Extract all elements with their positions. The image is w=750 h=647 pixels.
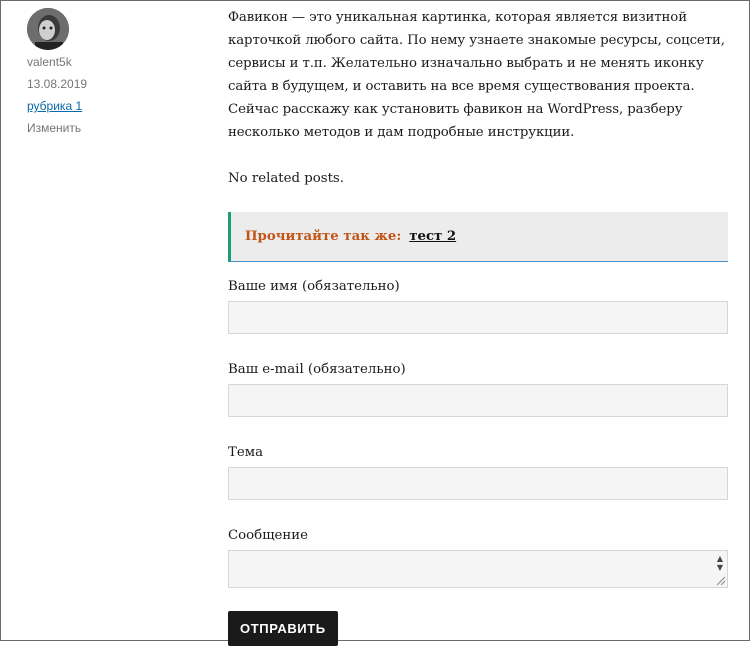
read-also-label: Прочитайте так же: <box>245 229 402 244</box>
email-label: Ваш e-mail (обязательно) <box>228 362 406 377</box>
post-meta: valent5k 13.08.2019 рубрика 1 Изменить <box>27 8 187 143</box>
author-avatar[interactable] <box>27 8 69 50</box>
message-group: Сообщение ▲ ▼ <box>228 527 728 588</box>
email-field[interactable] <box>228 384 728 417</box>
resize-grip-icon[interactable] <box>715 575 725 585</box>
edit-link[interactable]: Изменить <box>27 121 187 135</box>
name-label: Ваше имя (обязательно) <box>228 279 400 294</box>
subject-label: Тема <box>228 445 264 460</box>
article-paragraph: Фавикон — это уникальная картинка, котор… <box>228 10 725 140</box>
post-content: Фавикон — это уникальная картинка, котор… <box>228 6 728 646</box>
message-field[interactable]: ▲ ▼ <box>228 550 728 588</box>
subject-group: Тема <box>228 444 728 500</box>
related-posts: No related posts. <box>228 171 344 186</box>
message-label: Сообщение <box>228 528 309 543</box>
email-group: Ваш e-mail (обязательно) <box>228 361 728 417</box>
post-date[interactable]: 13.08.2019 <box>27 77 187 91</box>
read-also-box: Прочитайте так же: тест 2 <box>228 212 728 262</box>
name-field[interactable] <box>228 301 728 334</box>
category-link[interactable]: рубрика 1 <box>27 99 187 113</box>
subject-field[interactable] <box>228 467 728 500</box>
name-group: Ваше имя (обязательно) <box>228 278 728 334</box>
read-also-link[interactable]: тест 2 <box>409 229 456 244</box>
scroll-arrows-icon[interactable]: ▲ ▼ <box>717 554 723 572</box>
author-name[interactable]: valent5k <box>27 55 187 69</box>
